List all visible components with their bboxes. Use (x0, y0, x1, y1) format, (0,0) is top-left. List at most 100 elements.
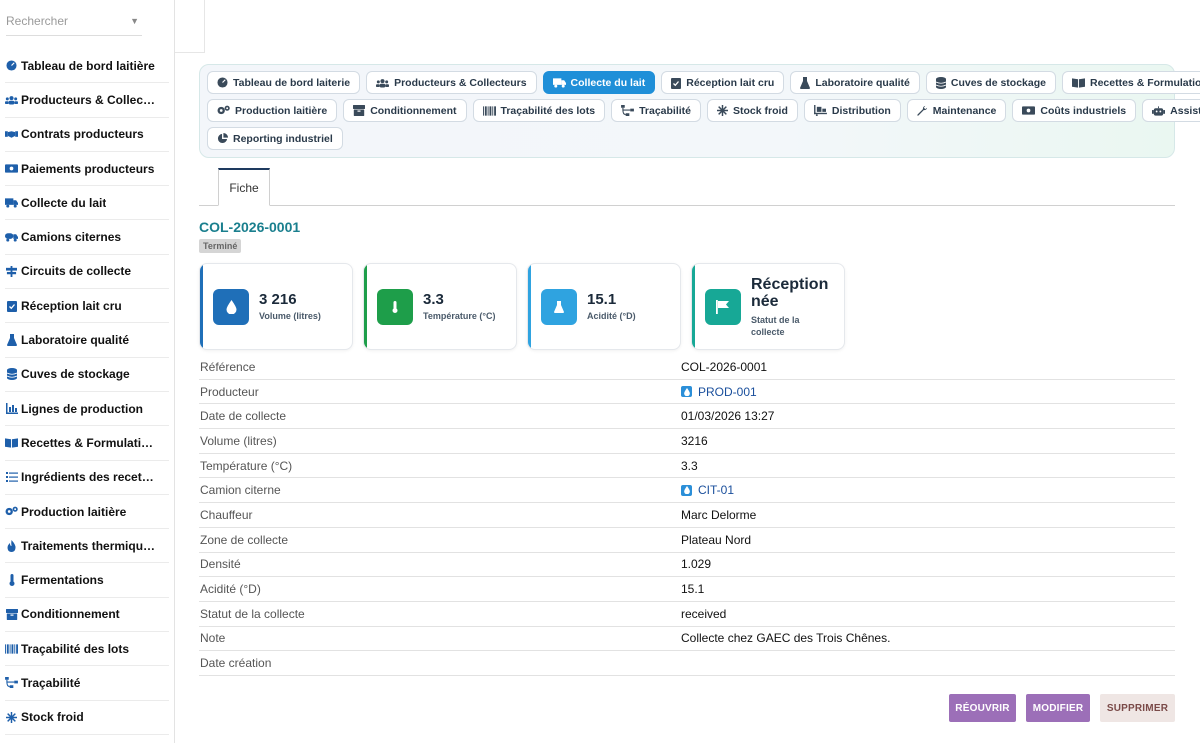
record-title: COL-2026-0001 (199, 219, 301, 235)
nav-chip[interactable]: Producteurs & Collecteurs (366, 71, 537, 94)
kpi-card-accent (364, 264, 367, 349)
barcode-icon (482, 105, 496, 116)
nav-chip-label: Recettes & Formulations (1090, 76, 1200, 89)
kpi-label: Acidité (°D) (587, 311, 636, 321)
sidebar-item[interactable]: Fermentations (5, 563, 169, 598)
sidebar-item-label: Traçabilité des lots (21, 641, 130, 656)
kpi-value: 3 216 (259, 291, 297, 308)
nav-chip[interactable]: Recettes & Formulations (1062, 71, 1200, 94)
nav-chip[interactable]: Maintenance (906, 99, 1007, 122)
detail-value[interactable]: PROD-001 (681, 385, 757, 399)
nav-chip[interactable]: Tableau de bord laiterie (207, 71, 361, 94)
detail-value: 01/03/2026 13:27 (681, 409, 775, 424)
sidebar-item[interactable]: Lignes de production (5, 392, 169, 427)
signs-icon (5, 265, 18, 277)
chevron-down-icon[interactable]: ▼ (130, 16, 139, 26)
sidebar-item-label: Collecte du lait (21, 195, 107, 210)
sidebar-item[interactable]: Tableau de bord laitière (5, 49, 169, 84)
sidebar-item[interactable]: Collecte du lait (5, 186, 169, 221)
nav-chip-label: Collecte du lait (570, 76, 646, 89)
truck-icon (5, 197, 18, 209)
nav-chip[interactable]: Coûts industriels (1012, 99, 1137, 122)
kpi-label: Volume (litres) (259, 311, 321, 321)
nav-chip-label: Stock froid (733, 104, 788, 117)
box-icon (5, 608, 18, 620)
nav-chip[interactable]: Laboratoire qualité (790, 71, 920, 94)
sidebar-item[interactable]: Traitements thermiques (5, 529, 169, 564)
sidebar-item[interactable]: Traçabilité (5, 666, 169, 701)
detail-link[interactable]: PROD-001 (698, 385, 757, 399)
nav-chip[interactable]: Traçabilité (611, 99, 702, 122)
nav-chip[interactable]: Traçabilité des lots (472, 99, 606, 122)
module-nav-row: Production laitière Conditionnement Traçab… (207, 99, 1200, 122)
money-icon (5, 163, 18, 175)
detail-label: Référence (200, 359, 256, 374)
sidebar-item[interactable]: Recettes & Formulations (5, 426, 169, 461)
sidebar-item-label: Ingrédients des recettes (21, 470, 156, 485)
sidebar-item[interactable]: Laboratoire qualité (5, 323, 169, 358)
nav-chip[interactable]: Stock froid (707, 99, 798, 122)
sidebar-item[interactable]: Production laitière (5, 495, 169, 530)
pie-icon (217, 133, 228, 144)
detail-value[interactable]: CIT-01 (681, 483, 734, 497)
sidebar-item[interactable]: Ingrédients des recettes (5, 461, 169, 495)
detail-value: Collecte chez GAEC des Trois Chênes. (681, 631, 891, 646)
sidebar-item[interactable]: Traçabilité des lots (5, 632, 169, 667)
kpi-value: Réception née (751, 276, 829, 310)
sidebar-item[interactable]: Producteurs & Collecteurs (5, 83, 169, 118)
sitemap-icon (621, 105, 634, 116)
sidebar-item[interactable]: Stock froid (5, 701, 169, 735)
thermometer-icon (377, 289, 413, 325)
droplet-icon (681, 386, 692, 398)
nav-chip[interactable]: Cuves de stockage (925, 71, 1056, 94)
nav-chip[interactable]: Collecte du lait (542, 71, 656, 94)
search-select[interactable]: Rechercher ▼ (6, 6, 142, 36)
detail-label: Producteur (200, 384, 259, 399)
edit-button[interactable]: MODIFIER (1026, 694, 1090, 722)
nav-chip[interactable]: Distribution (803, 99, 901, 122)
sidebar-item[interactable]: Réception lait cru (5, 289, 169, 324)
sidebar-item-label: Conditionnement (21, 607, 120, 622)
nav-chip-label: Assistant IA (1170, 104, 1200, 117)
detail-label: Statut de la collecte (200, 606, 305, 621)
detail-link[interactable]: CIT-01 (698, 483, 734, 497)
sidebar-item[interactable]: Circuits de collecte (5, 255, 169, 290)
reopen-button[interactable]: RÉOUVRIR (949, 694, 1016, 722)
nav-chip-label: Cuves de stockage (950, 76, 1046, 89)
module-nav-row: Tableau de bord laiterie Producteurs & Co… (207, 71, 1200, 94)
handshake-icon (5, 128, 18, 140)
sidebar-menu: Tableau de bord laitière Producteurs & Co… (0, 49, 174, 735)
sidebar-item[interactable]: Camions citernes (5, 220, 169, 255)
sidebar-item[interactable]: Contrats producteurs (5, 118, 169, 152)
details-table: Référence COL-2026-0001 Producteur PROD-001… (199, 355, 1175, 676)
detail-row: Volume (litres) 3216 (199, 429, 1175, 454)
sidebar-item-label: Recettes & Formulations (21, 435, 156, 450)
module-nav-panel: Tableau de bord laiterie Producteurs & Co… (199, 64, 1200, 158)
wrench-icon (917, 105, 928, 116)
detail-row: Producteur PROD-001 (199, 380, 1175, 405)
nav-chip[interactable]: Assistant IA (1142, 99, 1200, 122)
sidebar-item[interactable]: Conditionnement (5, 598, 169, 633)
detail-value: Plateau Nord (681, 532, 752, 547)
nav-chip[interactable]: Réception lait cru (661, 71, 785, 94)
delete-button[interactable]: SUPPRIMER (1100, 694, 1175, 722)
tab-fiche[interactable]: Fiche (218, 168, 270, 206)
record-tabs: Fiche (199, 168, 1175, 206)
detail-label: Date création (200, 656, 272, 671)
nav-chip[interactable]: Conditionnement (343, 99, 467, 122)
detail-row: Zone de collecte Plateau Nord (199, 528, 1175, 553)
detail-row: Température (°C) 3.3 (199, 454, 1175, 479)
sidebar-item-label: Stock froid (21, 710, 84, 725)
sidebar-item[interactable]: Paiements producteurs (5, 152, 169, 187)
sidebar: Rechercher ▼ Tableau de bord laitière Pro… (0, 0, 175, 743)
nav-chip[interactable]: Reporting industriel (207, 127, 343, 150)
detail-value: received (681, 606, 727, 621)
nav-chip[interactable]: Production laitière (207, 99, 338, 122)
chart-icon (5, 403, 18, 415)
sidebar-item[interactable]: Cuves de stockage (5, 358, 169, 392)
detail-label: Acidité (°D) (200, 582, 261, 597)
detail-row: Camion citerne CIT-01 (199, 478, 1175, 504)
flask-icon (541, 289, 577, 325)
kpi-value: 15.1 (587, 291, 617, 308)
sidebar-item-label: Tableau de bord laitière (21, 58, 155, 73)
